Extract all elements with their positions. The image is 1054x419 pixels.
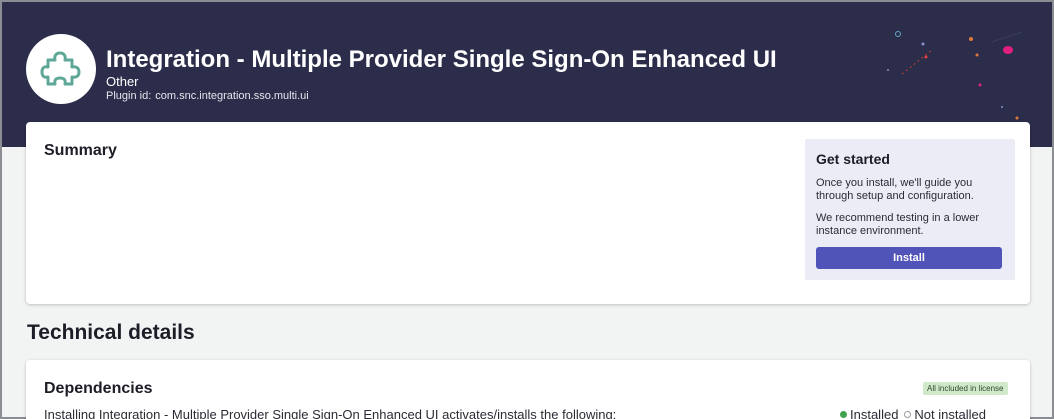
summary-card: Summary Get started Once you install, we… bbox=[26, 122, 1030, 304]
install-status-legend: Installed Not installed bbox=[840, 407, 986, 419]
not-installed-dot-icon bbox=[904, 411, 912, 418]
install-button[interactable]: Install bbox=[816, 247, 1002, 269]
plugin-logo bbox=[26, 34, 96, 104]
dependencies-description: Installing Integration - Multiple Provid… bbox=[44, 407, 617, 419]
legend-installed: Installed bbox=[850, 407, 899, 419]
installed-dot-icon bbox=[840, 411, 847, 418]
get-started-panel: Get started Once you install, we'll guid… bbox=[805, 139, 1015, 280]
plugin-id-value: com.snc.integration.sso.multi.ui bbox=[155, 90, 309, 102]
license-badge: All included in license bbox=[923, 382, 1008, 395]
plugin-id-label: Plugin id: bbox=[106, 90, 152, 102]
dependencies-title: Dependencies bbox=[44, 380, 153, 397]
summary-title: Summary bbox=[44, 142, 117, 159]
get-started-guide-text: Once you install, we'll guide you throug… bbox=[816, 177, 974, 202]
dependencies-card: Dependencies All included in license Ins… bbox=[26, 360, 1030, 419]
plugin-id: Plugin id: com.snc.integration.sso.multi.… bbox=[106, 90, 309, 102]
puzzle-piece-icon bbox=[40, 51, 81, 86]
technical-details-heading: Technical details bbox=[27, 321, 195, 344]
get-started-recommendation-text: We recommend testing in a lower instance… bbox=[816, 212, 980, 237]
plugin-category: Other bbox=[106, 74, 139, 89]
legend-not-installed: Not installed bbox=[914, 407, 986, 419]
get-started-title: Get started bbox=[816, 151, 890, 167]
plugin-title: Integration - Multiple Provider Single S… bbox=[106, 46, 777, 73]
